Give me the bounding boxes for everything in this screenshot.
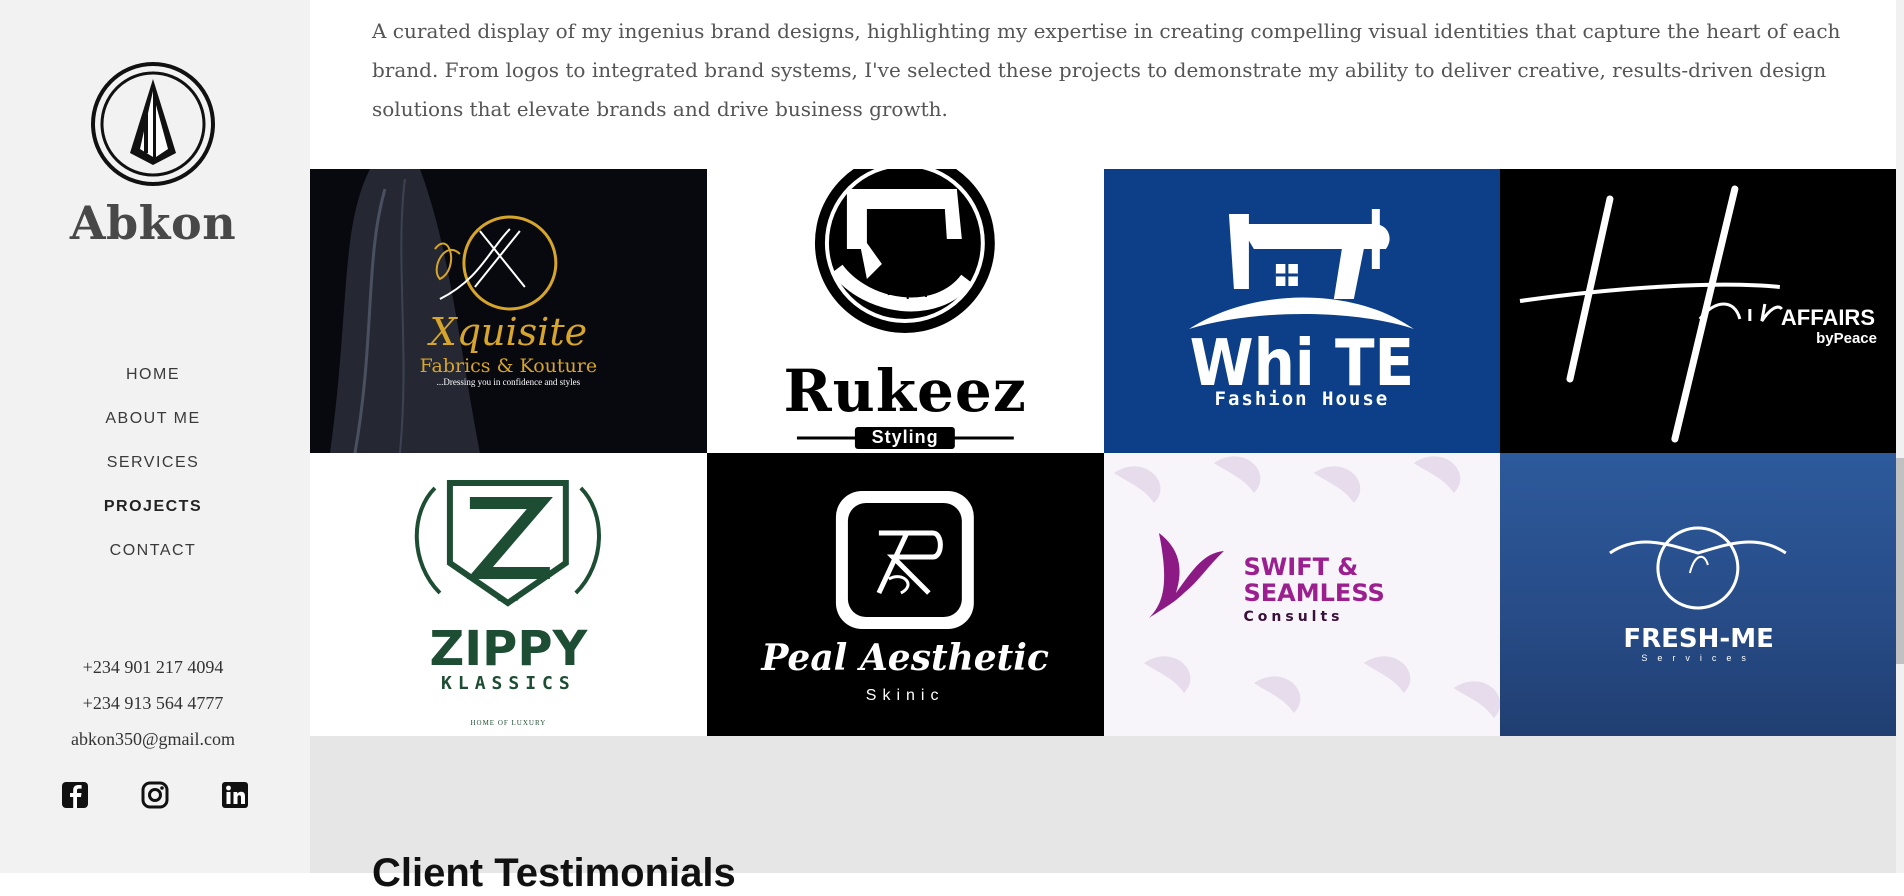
project-tile-hair-affairs[interactable]: AFFAIRS byPeace (1500, 169, 1897, 453)
zippy-name: ZIPPY (429, 621, 588, 677)
linkedin-icon[interactable] (220, 780, 250, 810)
fresh-me-name: FRESH-ME (1623, 624, 1774, 654)
project-tile-fresh-me[interactable]: FRESH-ME Services (1500, 453, 1897, 736)
xquisite-tagline: ...Dressing you in confidence and styles (436, 377, 581, 387)
testimonials-section: Client Testimonials (310, 736, 1897, 895)
projects-intro: A curated display of my ingenius brand d… (372, 19, 1841, 121)
nav-about-me[interactable]: ABOUT ME (0, 402, 306, 446)
project-tile-rukeez[interactable]: Rukeez Styling (706, 169, 1104, 453)
nav-contact[interactable]: CONTACT (0, 534, 306, 578)
peal-aesthetic-name: Peal Aesthetic (761, 637, 1049, 679)
projects-grid: Xquisite Fabrics & Kouture ...Dressing y… (310, 169, 1897, 736)
swift-name: SWIFT & (1243, 553, 1359, 581)
project-tile-swift-seamless[interactable]: SWIFT & SEAMLESS Consults (1103, 453, 1501, 736)
abkon-logo-icon[interactable] (90, 61, 216, 187)
white-sub: Fashion House (1214, 388, 1390, 410)
white-artwork (1103, 169, 1501, 453)
rukeez-name: Rukeez (783, 357, 1027, 425)
project-tile-peal-aesthetic[interactable]: Peal Aesthetic Skinic (706, 453, 1104, 736)
xquisite-name: Xquisite (429, 310, 588, 354)
peal-aesthetic-sub: Skinic (865, 687, 945, 704)
testimonials-heading: Client Testimonials (372, 851, 736, 895)
project-tile-zippy[interactable]: ZIPPY KLASSICS HOME OF LUXURY (310, 453, 707, 736)
phone-1[interactable]: +234 901 217 4094 (0, 649, 306, 685)
email-link[interactable]: abkon350@gmail.com (0, 721, 306, 757)
instagram-icon[interactable] (140, 780, 170, 810)
swift-sub: SEAMLESS (1243, 579, 1385, 607)
contact-info: +234 901 217 4094 +234 913 564 4777 abko… (0, 649, 306, 757)
phone-2[interactable]: +234 913 564 4777 (0, 685, 306, 721)
xquisite-sub: Fabrics & Kouture (419, 355, 598, 377)
sidebar: Abkon HOME ABOUT ME SERVICES PROJECTS CO… (0, 0, 310, 873)
main-nav: HOME ABOUT ME SERVICES PROJECTS CONTACT (0, 358, 306, 578)
facebook-icon[interactable] (60, 780, 90, 810)
brand-name: Abkon (69, 196, 237, 250)
fresh-me-sub: Services (1641, 653, 1756, 663)
hair-affairs-sub: AFFAIRS (1780, 305, 1875, 330)
nav-services[interactable]: SERVICES (0, 446, 306, 490)
project-tile-white[interactable]: Whi TE Fashion House (1103, 169, 1501, 453)
main-content: A curated display of my ingenius brand d… (310, 0, 1904, 895)
fresh-me-artwork (1609, 526, 1787, 610)
project-tile-xquisite[interactable]: Xquisite Fabrics & Kouture ...Dressing y… (310, 169, 707, 453)
page-scrollbar[interactable] (1896, 0, 1904, 873)
zippy-sub: KLASSICS (441, 673, 576, 694)
swift-tagline: Consults (1243, 609, 1344, 625)
nav-projects[interactable]: PROJECTS (0, 490, 306, 534)
hair-affairs-tag: byPeace (1816, 330, 1877, 347)
zippy-tagline: HOME OF LUXURY (470, 719, 547, 727)
rukeez-sub: Styling (871, 427, 939, 447)
nav-home[interactable]: HOME (0, 358, 306, 402)
social-links (56, 780, 256, 812)
scrollbar-thumb[interactable] (1896, 458, 1904, 664)
